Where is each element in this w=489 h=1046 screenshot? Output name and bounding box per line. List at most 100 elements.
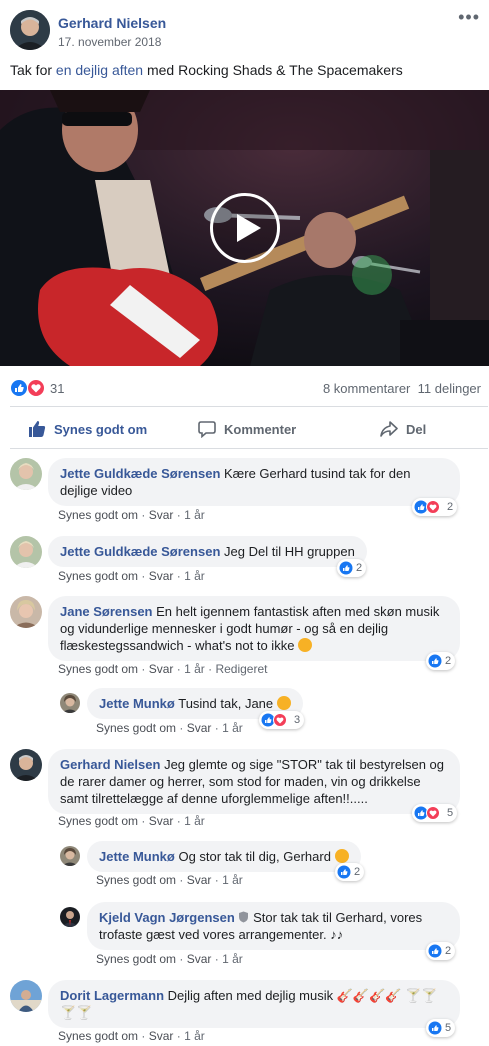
share-count[interactable]: 11 delinger bbox=[418, 381, 481, 396]
reaction-icons[interactable] bbox=[10, 379, 50, 397]
comment-time[interactable]: 1 år bbox=[184, 1029, 205, 1043]
post-author[interactable]: Gerhard Nielsen bbox=[58, 15, 166, 31]
post-header: Gerhard Nielsen 17. november 2018 ••• bbox=[10, 8, 480, 54]
comment-text: Og stor tak til dig, Gerhard bbox=[178, 849, 331, 864]
comment-like-link[interactable]: Synes godt om bbox=[58, 508, 138, 522]
commenter-name[interactable]: Jette Guldkæde Sørensen bbox=[60, 544, 220, 559]
post-link[interactable]: en dejlig aften bbox=[56, 62, 143, 78]
commenter-avatar[interactable] bbox=[10, 536, 42, 568]
comment-reactions[interactable]: 2 bbox=[412, 498, 458, 516]
more-options-icon[interactable]: ••• bbox=[458, 8, 480, 26]
commenter-name[interactable]: Kjeld Vagn Jørgensen bbox=[99, 910, 235, 925]
like-button[interactable]: Synes godt om bbox=[28, 410, 147, 448]
comment-reactions[interactable]: 5 bbox=[426, 1019, 456, 1037]
post-text: Tak for en dejlig aften med Rocking Shad… bbox=[10, 62, 403, 78]
like-love-icon bbox=[261, 713, 287, 727]
reaction-count: 2 bbox=[447, 501, 454, 513]
comment-time[interactable]: 1 år bbox=[184, 569, 205, 583]
comment-reactions[interactable]: 2 bbox=[335, 863, 365, 881]
comment-bubble: Dorit Lagermann Dejlig aften med dejlig … bbox=[48, 980, 460, 1028]
commenter-avatar[interactable] bbox=[60, 907, 80, 927]
commenter-name[interactable]: Gerhard Nielsen bbox=[60, 757, 160, 772]
comment-label: Kommenter bbox=[224, 421, 297, 437]
commenter-name[interactable]: Jette Munkø bbox=[99, 696, 175, 711]
comment-reply-link[interactable]: Svar bbox=[149, 814, 174, 828]
commenter-avatar[interactable] bbox=[10, 458, 42, 490]
like-icon bbox=[337, 865, 351, 879]
comment-meta: Synes godt om · Svar · 1 år bbox=[58, 569, 205, 583]
divider bbox=[10, 448, 488, 449]
comment-reactions[interactable]: 2 bbox=[337, 559, 367, 577]
like-icon bbox=[428, 944, 442, 958]
share-label: Del bbox=[406, 421, 427, 437]
reaction-count: 2 bbox=[445, 945, 452, 957]
comment-reply-link[interactable]: Svar bbox=[187, 873, 212, 887]
commenter-avatar[interactable] bbox=[60, 846, 80, 866]
reaction-count: 5 bbox=[445, 1022, 452, 1034]
comment-like-link[interactable]: Synes godt om bbox=[58, 662, 138, 676]
like-love-icon bbox=[414, 500, 440, 514]
comment-like-link[interactable]: Synes godt om bbox=[58, 814, 138, 828]
edited-label: Redigeret bbox=[215, 662, 268, 676]
commenter-name[interactable]: Jette Munkø bbox=[99, 849, 175, 864]
comment-meta: Synes godt om · Svar · 1 år · Redigeret bbox=[58, 662, 268, 676]
comment-reply-link[interactable]: Svar bbox=[149, 1029, 174, 1043]
smile-emoji-icon bbox=[276, 696, 291, 710]
commenter-name[interactable]: Jette Guldkæde Sørensen bbox=[60, 466, 220, 481]
comment-time[interactable]: 1 år bbox=[184, 814, 205, 828]
comment-text: Tusind tak, Jane bbox=[178, 696, 274, 711]
comment-like-link[interactable]: Synes godt om bbox=[96, 873, 176, 887]
comment-button[interactable]: Kommenter bbox=[198, 410, 296, 448]
stats-right: 8 kommentarer 11 delinger bbox=[323, 381, 481, 396]
comment-meta: Synes godt om · Svar · 1 år bbox=[58, 508, 205, 522]
comment-like-link[interactable]: Synes godt om bbox=[58, 569, 138, 583]
comment-time[interactable]: 1 år bbox=[222, 952, 243, 966]
reaction-count: 5 bbox=[447, 807, 454, 819]
smile-emoji-icon bbox=[334, 849, 349, 863]
like-icon bbox=[428, 654, 442, 668]
comment-reply-link[interactable]: Svar bbox=[149, 569, 174, 583]
comment-like-link[interactable]: Synes godt om bbox=[96, 952, 176, 966]
reaction-count: 2 bbox=[356, 562, 363, 574]
comment-bubble: Jane Sørensen En helt igennem fantastisk… bbox=[48, 596, 460, 661]
comment-reactions[interactable]: 3 bbox=[259, 711, 305, 729]
commenter-avatar[interactable] bbox=[60, 693, 80, 713]
share-button[interactable]: Del bbox=[380, 410, 426, 448]
comment-meta: Synes godt om · Svar · 1 år bbox=[96, 873, 243, 887]
commenter-avatar[interactable] bbox=[10, 596, 42, 628]
commenter-avatar[interactable] bbox=[10, 980, 42, 1012]
comment-reply-link[interactable]: Svar bbox=[149, 662, 174, 676]
commenter-name[interactable]: Jane Sørensen bbox=[60, 604, 153, 619]
reaction-count[interactable]: 31 bbox=[50, 381, 64, 396]
comment-time[interactable]: 1 år bbox=[222, 873, 243, 887]
reaction-count: 2 bbox=[445, 655, 452, 667]
comment-time[interactable]: 1 år bbox=[184, 662, 205, 676]
comment-count[interactable]: 8 kommentarer bbox=[323, 381, 410, 396]
comment-like-link[interactable]: Synes godt om bbox=[58, 1029, 138, 1043]
reaction-count: 3 bbox=[294, 714, 301, 726]
reply-bubble: Jette Munkø Og stor tak til dig, Gerhard bbox=[87, 841, 361, 872]
comment-time[interactable]: 1 år bbox=[184, 508, 205, 522]
shield-icon bbox=[239, 911, 249, 923]
comment-meta: Synes godt om · Svar · 1 år bbox=[96, 721, 243, 735]
commenter-avatar[interactable] bbox=[10, 749, 42, 781]
author-avatar[interactable] bbox=[10, 10, 50, 50]
comment-like-link[interactable]: Synes godt om bbox=[96, 721, 176, 735]
like-icon bbox=[428, 1021, 442, 1035]
action-bar: Synes godt om Kommenter Del bbox=[10, 410, 488, 448]
play-button[interactable] bbox=[210, 193, 280, 263]
comment-bubble: Jette Guldkæde Sørensen Kære Gerhard tus… bbox=[48, 458, 460, 506]
music-notes-icon: ♪♪ bbox=[330, 927, 344, 942]
divider bbox=[10, 406, 488, 407]
like-love-icon bbox=[414, 806, 440, 820]
comment-reactions[interactable]: 2 bbox=[426, 652, 456, 670]
comment-reactions[interactable]: 2 bbox=[426, 942, 456, 960]
commenter-name[interactable]: Dorit Lagermann bbox=[60, 988, 164, 1003]
comment-reply-link[interactable]: Svar bbox=[187, 721, 212, 735]
comment-time[interactable]: 1 år bbox=[222, 721, 243, 735]
comment-reply-link[interactable]: Svar bbox=[187, 952, 212, 966]
comment-reactions[interactable]: 5 bbox=[412, 804, 458, 822]
post-date[interactable]: 17. november 2018 bbox=[58, 35, 161, 49]
comment-meta: Synes godt om · Svar · 1 år bbox=[58, 1029, 205, 1043]
comment-reply-link[interactable]: Svar bbox=[149, 508, 174, 522]
